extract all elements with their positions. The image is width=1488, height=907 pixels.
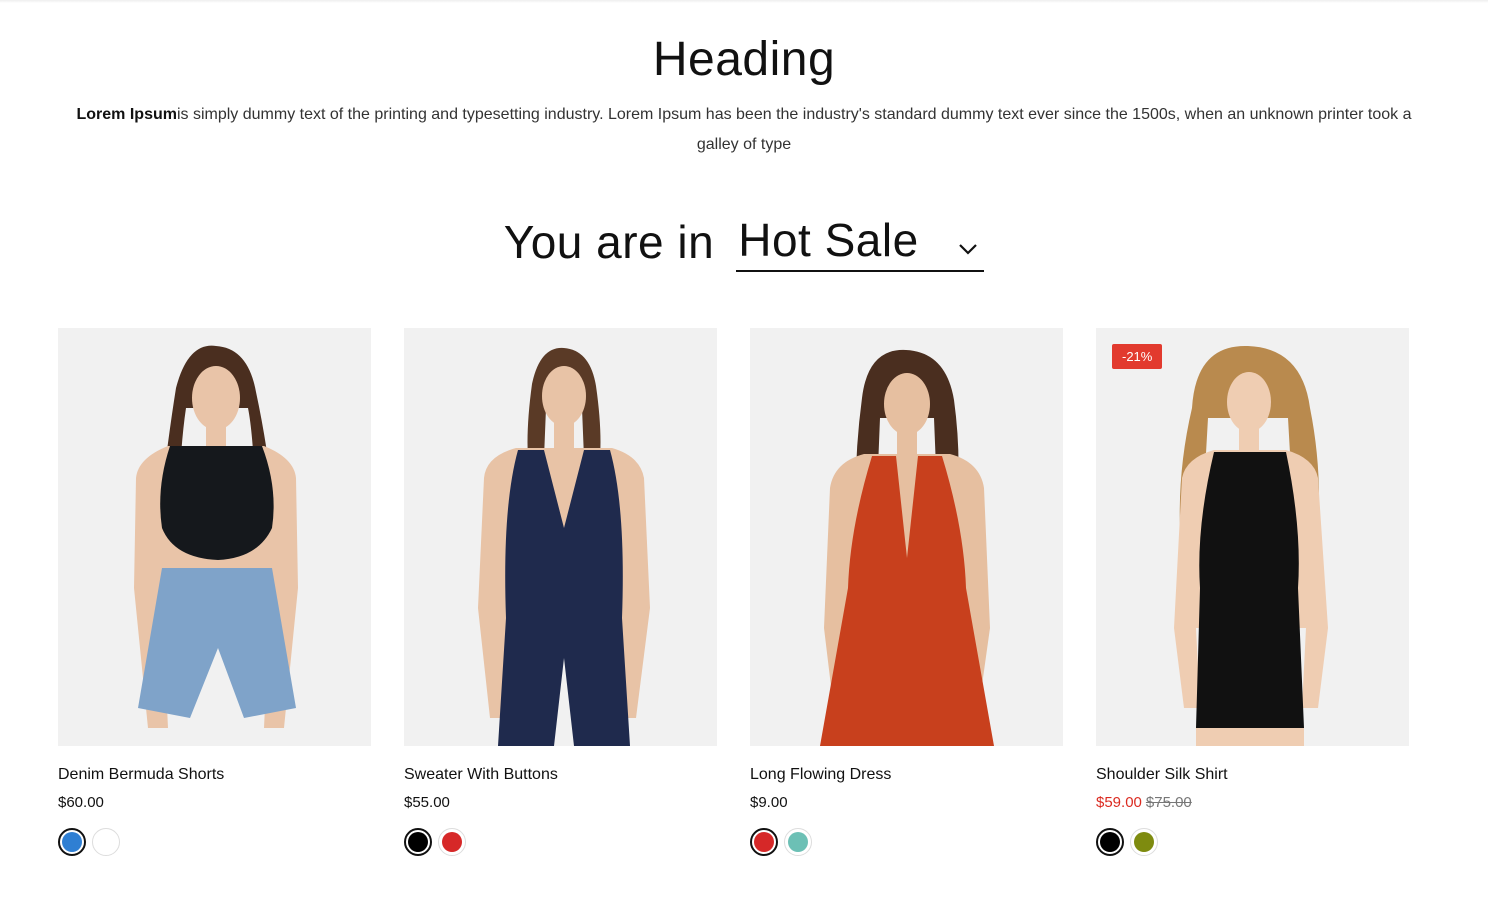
collection-selector-row: You are in Hot Sale	[0, 212, 1488, 272]
page-description: Lorem Ipsumis simply dummy text of the p…	[55, 100, 1433, 160]
color-swatch-black[interactable]	[404, 828, 432, 856]
top-garment	[160, 446, 274, 560]
color-swatch-blue[interactable]	[58, 828, 86, 856]
discount-badge: -21%	[1112, 344, 1163, 369]
face	[542, 366, 586, 426]
color-swatches	[750, 828, 1063, 856]
model-photo	[404, 328, 717, 746]
color-swatch-teal[interactable]	[784, 828, 812, 856]
original-price: $75.00	[1145, 794, 1192, 811]
product-grid: Denim Bermuda Shorts $60.00 Sweater With…	[58, 328, 1409, 856]
model-photo	[750, 328, 1063, 746]
page-heading: Heading	[652, 33, 836, 86]
collection-select[interactable]: Hot Sale	[736, 212, 985, 272]
collection-select-value: Hot Sale	[738, 214, 919, 266]
product-card: -21% Shoulder Silk Shirt $59.00 $75.00	[1096, 328, 1409, 856]
product-name[interactable]: Denim Bermuda Shorts	[58, 766, 371, 784]
face	[884, 373, 930, 435]
product-image[interactable]	[750, 328, 1063, 746]
product-card: Long Flowing Dress $9.00	[750, 328, 1063, 856]
product-price: $59.00 $75.00	[1096, 794, 1409, 811]
description-lead: Lorem Ipsum	[76, 106, 177, 123]
product-image[interactable]	[58, 328, 371, 746]
model-photo	[1096, 328, 1409, 746]
selector-prefix: You are in	[503, 216, 715, 268]
dress-garment	[1196, 452, 1304, 728]
description-text: is simply dummy text of the printing and…	[176, 106, 1412, 153]
color-swatch-olive[interactable]	[1130, 828, 1158, 856]
color-swatch-red[interactable]	[750, 828, 778, 856]
product-card: Sweater With Buttons $55.00	[404, 328, 717, 856]
color-swatch-black[interactable]	[1096, 828, 1124, 856]
face	[1227, 372, 1271, 432]
product-name[interactable]: Shoulder Silk Shirt	[1096, 766, 1409, 784]
product-price: $9.00	[750, 794, 788, 811]
sale-price: $59.00	[1096, 794, 1142, 811]
product-name[interactable]: Sweater With Buttons	[404, 766, 717, 784]
color-swatches	[58, 828, 371, 856]
model-photo	[58, 328, 371, 746]
face	[192, 366, 240, 430]
color-swatches	[1096, 828, 1409, 856]
product-name[interactable]: Long Flowing Dress	[750, 766, 1063, 784]
color-swatch-red[interactable]	[438, 828, 466, 856]
top-divider	[0, 0, 1488, 3]
product-image[interactable]: -21%	[1096, 328, 1409, 746]
color-swatches	[404, 828, 717, 856]
product-card: Denim Bermuda Shorts $60.00	[58, 328, 371, 856]
color-swatch-white[interactable]	[92, 828, 120, 856]
product-image[interactable]	[404, 328, 717, 746]
chevron-down-icon	[959, 244, 978, 255]
product-price: $55.00	[404, 794, 450, 811]
product-price: $60.00	[58, 794, 104, 811]
